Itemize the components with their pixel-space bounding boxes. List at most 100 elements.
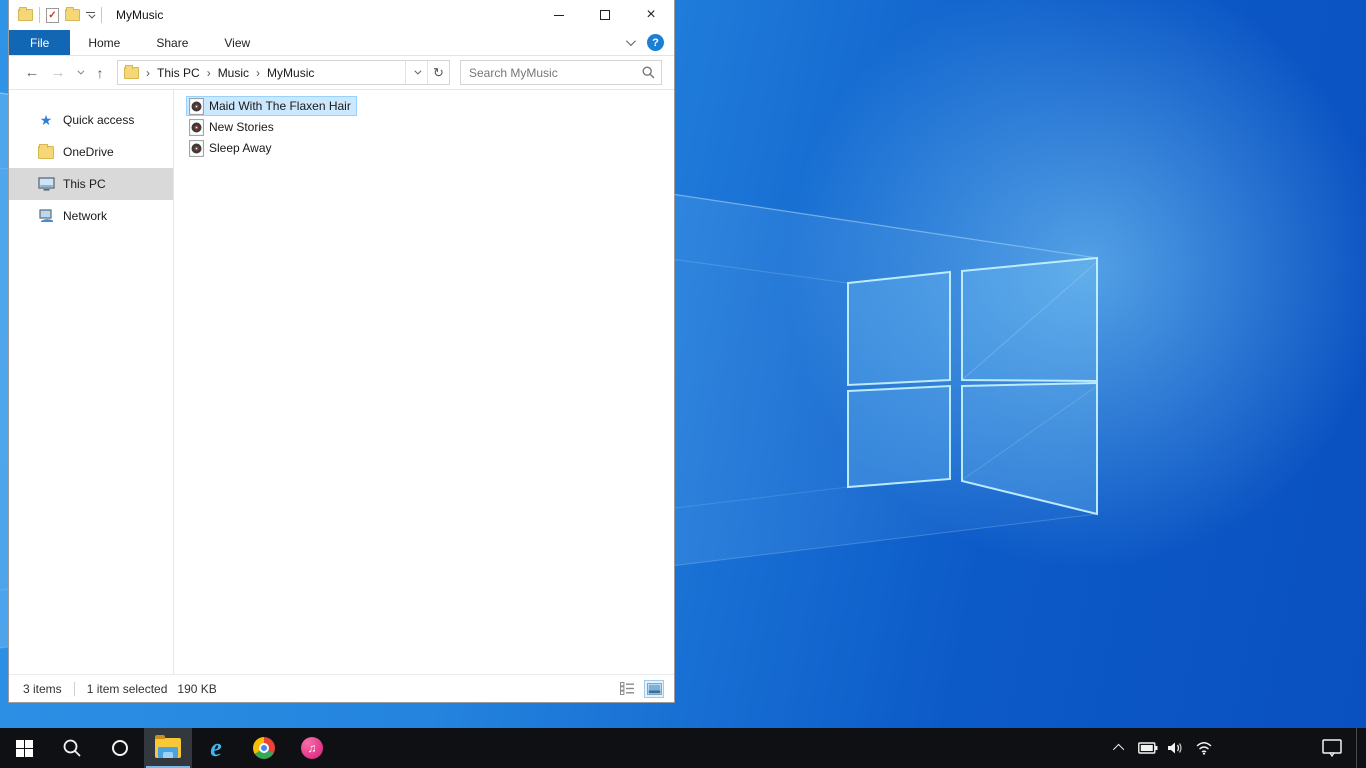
search-icon[interactable]: [635, 66, 661, 79]
large-icons-view-icon: [646, 682, 662, 695]
taskbar-itunes-button[interactable]: ♫: [288, 728, 336, 768]
up-button[interactable]: ↑: [87, 65, 113, 81]
chevron-up-icon: [1112, 743, 1125, 756]
minimize-button[interactable]: [536, 0, 582, 30]
volume-button[interactable]: [1164, 728, 1188, 768]
file-name: Sleep Away: [209, 141, 272, 155]
windows-logo-icon: [15, 739, 33, 757]
taskbar: e ♫: [0, 728, 1366, 768]
customize-qat-button[interactable]: [86, 11, 96, 19]
cortana-icon: [112, 740, 128, 756]
chrome-icon: [253, 737, 275, 759]
network-wifi-button[interactable]: [1192, 728, 1216, 768]
file-name: New Stories: [209, 120, 274, 134]
show-hidden-icons-button[interactable]: [1108, 728, 1132, 768]
minimize-ribbon-button[interactable]: [625, 36, 636, 47]
new-folder-icon[interactable]: [65, 7, 80, 21]
forward-button[interactable]: →: [45, 64, 71, 81]
tab-file[interactable]: File: [9, 30, 71, 55]
taskbar-file-explorer-button[interactable]: [144, 728, 192, 768]
chevron-down-icon: [76, 67, 84, 75]
internet-explorer-icon: e: [210, 733, 222, 762]
minimize-icon: [554, 14, 564, 16]
speaker-icon: [1168, 742, 1182, 754]
back-button[interactable]: ←: [19, 64, 45, 81]
check-glyph: ✓: [48, 9, 57, 21]
ribbon-tabs: File Home Share View ?: [9, 30, 674, 56]
caption-buttons: ×: [536, 0, 674, 30]
address-dropdown-button[interactable]: [405, 61, 427, 84]
breadcrumb-mymusic[interactable]: MyMusic: [267, 66, 314, 80]
large-icons-view-button[interactable]: [644, 679, 664, 698]
address-folder-icon: [124, 64, 139, 79]
close-icon: ×: [646, 6, 656, 23]
qat-separator: [101, 7, 102, 23]
tab-home[interactable]: Home: [70, 30, 138, 55]
sidebar-item-network[interactable]: Network: [9, 200, 173, 232]
sidebar-item-onedrive[interactable]: OneDrive: [9, 136, 173, 168]
items-count: 3 items: [23, 681, 62, 696]
selection-count: 1 item selected: [86, 681, 168, 696]
close-button[interactable]: ×: [628, 0, 674, 30]
selection-size: 190 KB: [177, 681, 217, 696]
title-bar[interactable]: ✓ MyMusic ×: [9, 0, 674, 30]
navigation-pane: ★ Quick access OneDrive This PC Network: [9, 90, 174, 674]
chevron-down-icon: [414, 67, 422, 75]
breadcrumb-this-pc[interactable]: This PC: [157, 66, 200, 80]
audio-file-icon: [189, 118, 204, 136]
battery-status-button[interactable]: [1136, 728, 1160, 768]
help-icon: ?: [652, 36, 659, 49]
details-view-icon: [619, 682, 634, 695]
crumb-separator-icon: ›: [146, 65, 150, 80]
breadcrumb-music[interactable]: Music: [218, 66, 249, 80]
sidebar-item-this-pc[interactable]: This PC: [9, 168, 173, 200]
quick-access-star-icon: ★: [39, 111, 53, 128]
quick-access-toolbar: ✓ MyMusic: [9, 7, 163, 23]
system-tray: [1108, 728, 1366, 768]
refresh-button[interactable]: ↻: [427, 61, 449, 84]
onedrive-icon: [37, 143, 55, 159]
crumb-separator-icon: ›: [256, 65, 261, 80]
action-center-icon: [1322, 739, 1342, 757]
sidebar-item-label: This PC: [63, 177, 106, 191]
details-view-button[interactable]: [617, 680, 637, 698]
search-icon: [63, 739, 81, 757]
navigation-toolbar: ← → ↑ › This PC › Music › MyMusic ↻: [9, 56, 674, 90]
file-name: Maid With The Flaxen Hair: [209, 99, 351, 113]
status-bar: 3 items 1 item selected 190 KB: [9, 674, 674, 702]
address-bar[interactable]: › This PC › Music › MyMusic ↻: [117, 60, 450, 85]
search-input[interactable]: [461, 65, 635, 80]
search-box: [460, 60, 662, 85]
file-list-pane[interactable]: Maid With The Flaxen Hair New Stories Sl…: [174, 90, 674, 674]
sidebar-item-label: Network: [63, 209, 108, 223]
wifi-icon: [1196, 742, 1212, 755]
cortana-button[interactable]: [96, 728, 144, 768]
file-item-sleep-away[interactable]: Sleep Away: [186, 138, 278, 158]
taskbar-chrome-button[interactable]: [240, 728, 288, 768]
show-desktop-button[interactable]: [1356, 728, 1362, 768]
window-title: MyMusic: [116, 8, 164, 22]
recent-locations-button[interactable]: [71, 67, 87, 75]
maximize-button[interactable]: [582, 0, 628, 30]
tab-view[interactable]: View: [206, 30, 268, 55]
properties-icon[interactable]: ✓: [46, 7, 59, 23]
audio-file-icon: [189, 97, 204, 115]
tab-share[interactable]: Share: [138, 30, 206, 55]
file-explorer-window: ✓ MyMusic × File Home Share View ? ← → ↑…: [8, 0, 675, 703]
this-pc-monitor-icon: [37, 176, 55, 192]
help-button[interactable]: ?: [647, 34, 664, 51]
taskbar-internet-explorer-button[interactable]: e: [192, 728, 240, 768]
file-item-maid-with-the-flaxen-hair[interactable]: Maid With The Flaxen Hair: [186, 96, 357, 116]
start-button[interactable]: [0, 728, 48, 768]
network-icon: [37, 209, 55, 223]
maximize-icon: [600, 10, 610, 20]
file-explorer-icon: [155, 735, 181, 758]
itunes-icon: ♫: [301, 737, 323, 759]
taskbar-search-button[interactable]: [48, 728, 96, 768]
sidebar-item-quick-access[interactable]: ★ Quick access: [9, 104, 173, 136]
action-center-button[interactable]: [1320, 728, 1344, 768]
battery-icon: [1138, 742, 1158, 754]
file-item-new-stories[interactable]: New Stories: [186, 117, 280, 137]
crumb-separator-icon: ›: [206, 65, 211, 80]
sidebar-item-label: Quick access: [63, 113, 135, 127]
